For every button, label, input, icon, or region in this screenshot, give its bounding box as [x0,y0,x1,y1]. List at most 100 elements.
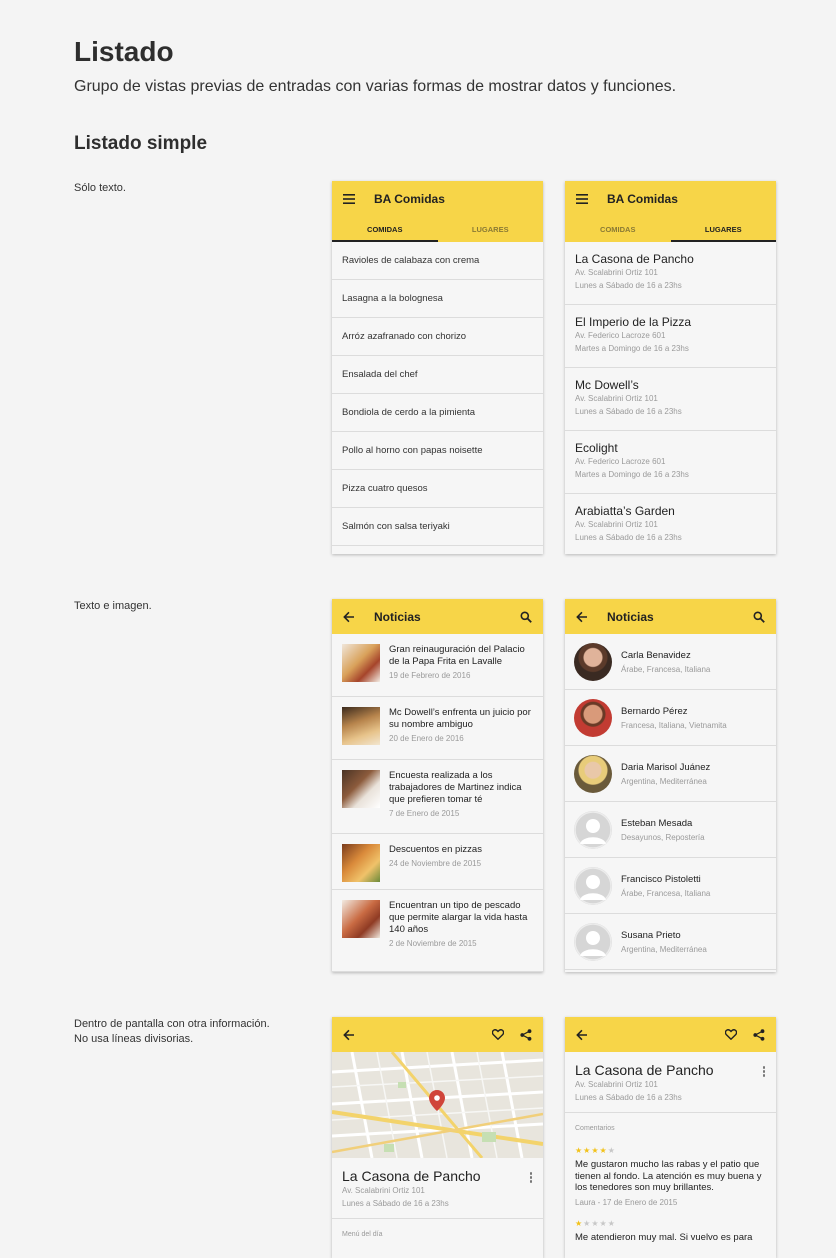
back-arrow-icon[interactable] [342,1028,356,1042]
place-hours: Martes a Domingo de 16 a 23hs [575,470,689,479]
map-view[interactable] [332,1052,543,1158]
more-vert-icon[interactable] [762,1066,766,1078]
person-cuisines: Árabe, Francesa, Italiana [621,888,711,898]
news-list: Gran reinauguración del Palacio de la Pa… [332,634,543,972]
person-name: Daria Marisol Juánez [621,761,711,773]
tab-lugares[interactable]: LUGARES [670,216,777,242]
list-item[interactable]: Salmón con salsa teriyaki [332,508,543,546]
phone-detail-comments: La Casona de Pancho Av. Scalabrini Ortiz… [565,1017,776,1258]
place-address: Av. Scalabrini Ortiz 101 [575,1080,658,1089]
list-item[interactable]: Arróz azafranado con chorizo [332,318,543,356]
tab-bar: COMIDAS LUGARES [332,216,543,242]
place-hours: Lunes a Sábado de 16 a 23hs [342,1199,449,1208]
phone-places-list: BA Comidas COMIDAS LUGARES La Casona de … [565,181,776,554]
avatar [574,754,612,793]
news-date: 20 de Enero de 2016 [389,734,464,743]
news-thumbnail [342,644,380,682]
list-item[interactable]: Bondiola de cerdo a la pimienta [332,394,543,432]
person-content: Bernardo Pérez Francesa, Italiana, Vietna… [621,706,727,730]
list-item[interactable]: Arabiatta’s Garden Av. Scalabrini Ortiz 1… [565,494,776,554]
person-name: Bernardo Pérez [621,705,688,717]
star-icon: ★ [575,1218,584,1228]
list-item[interactable]: Gran reinauguración del Palacio de la Pa… [332,634,543,697]
menu-icon[interactable] [575,192,589,206]
more-vert-icon[interactable] [529,1172,533,1184]
back-arrow-icon[interactable] [575,610,589,624]
back-arrow-icon[interactable] [575,1028,589,1042]
app-title: Noticias [607,609,654,624]
place-hours: Lunes a Sábado de 16 a 23hs [575,1093,682,1102]
place-hours: Lunes a Sábado de 16 a 23hs [575,407,682,416]
news-thumbnail [342,770,380,808]
news-title: Descuentos en pizzas [389,844,482,855]
avatar [574,642,612,681]
news-thumbnail [342,900,380,938]
heart-icon[interactable] [724,1028,738,1042]
share-icon[interactable] [752,1028,766,1042]
search-icon[interactable] [519,610,533,624]
news-title: Mc Dowell’s enfrenta un juicio por su no… [389,707,531,730]
app-bar [565,1017,776,1052]
list-item[interactable]: Ecolight Av. Federico Lacroze 601 Martes a… [565,431,776,494]
phone-people-list: Noticias Carla Benavidez Árabe, Francesa,… [565,599,776,972]
list-item[interactable]: Ravioles de calabaza con crema [332,242,543,280]
place-name: La Casona de Pancho [342,1168,481,1184]
page-title: Listado [74,36,174,67]
tab-comidas[interactable]: COMIDAS [565,216,671,242]
place-name: Ecolight [575,441,618,455]
back-arrow-icon[interactable] [342,610,356,624]
person-cuisines: Argentina, Mediterránea [621,776,707,786]
star-icon: ★ [575,1146,584,1155]
places-list: La Casona de Pancho Av. Scalabrini Ortiz … [565,242,776,554]
place-address: Av. Scalabrini Ortiz 101 [575,394,658,403]
list-item[interactable]: Pizza cuatro quesos [332,470,543,508]
person-content: Carla Benavidez Árabe, Francesa, Italiana [621,650,710,674]
list-item[interactable]: Ensalada del chef [332,356,543,394]
news-date: 24 de Noviembre de 2015 [389,859,482,868]
news-content: Gran reinauguración del Palacio de la Pa… [389,644,533,696]
menu-icon[interactable] [342,192,356,206]
list-item[interactable]: La Casona de Pancho Av. Scalabrini Ortiz … [565,242,776,305]
search-icon[interactable] [752,610,766,624]
tab-comidas[interactable]: COMIDAS [332,216,438,242]
list-item[interactable]: Carla Benavidez Árabe, Francesa, Italiana [565,634,776,690]
avatar [574,698,612,737]
food-list: Ravioles de calabaza con crema Lasagna a … [332,242,543,546]
list-item[interactable]: El Imperio de la Pizza Av. Federico Lacro… [565,305,776,368]
list-item[interactable]: Encuesta realizada a los trabajadores de… [332,760,543,834]
place-header: La Casona de Pancho Av. Scalabrini Ortiz… [332,1158,543,1208]
list-item[interactable]: Pollo al horno con papas noisette [332,432,543,470]
news-date: 19 de Febrero de 2016 [389,671,471,680]
heart-icon[interactable] [491,1028,505,1042]
news-title: Encuesta realizada a los trabajadores de… [389,770,522,805]
menu-label: Menú del día [342,1231,383,1238]
avatar [574,810,612,849]
note-in-screen-line-1: Dentro de pantalla con otra información. [74,1018,270,1030]
person-cuisines: Desayunos, Repostería [621,832,705,842]
star-icon: ★ [591,1218,600,1228]
share-icon[interactable] [519,1028,533,1042]
list-item[interactable]: Lasagna a la bolognesa [332,280,543,318]
avatar [574,922,612,961]
app-title: BA Comidas [374,191,445,206]
person-name: Susana Prieto [621,929,681,941]
comment-text: Me atendieron muy mal. Si vuelvo es para [575,1231,753,1243]
list-item[interactable]: Esteban Mesada Desayunos, Repostería [565,802,776,858]
avatar [574,866,612,905]
list-item[interactable]: Mc Dowell’s enfrenta un juicio por su no… [332,697,543,760]
tab-lugares[interactable]: LUGARES [438,216,544,242]
person-cuisines: Francesa, Italiana, Vietnamita [621,720,727,730]
list-item[interactable]: Descuentos en pizzas 24 de Noviembre de 2… [332,834,543,890]
list-item[interactable]: Encuentran un tipo de pescado que permit… [332,890,543,972]
list-item[interactable]: Mc Dowell’s Av. Scalabrini Ortiz 101 Lunes… [565,368,776,431]
list-item[interactable]: Daria Marisol Juánez Argentina, Mediterrá… [565,746,776,802]
list-item[interactable]: Susana Prieto Argentina, Mediterránea [565,914,776,970]
list-item[interactable]: Bernardo Pérez Francesa, Italiana, Vietna… [565,690,776,746]
app-bar: BA Comidas [565,181,776,216]
rating-stars: ★★★★★ [575,1219,766,1228]
news-content: Descuentos en pizzas 24 de Noviembre de 2… [389,844,533,889]
comment: ★★★★★ Me gustaron mucho las rabas y el pa… [575,1146,766,1207]
news-title: Encuentran un tipo de pescado que permit… [389,900,528,935]
tab-bar: COMIDAS LUGARES [565,216,776,242]
list-item[interactable]: Francisco Pistoletti Árabe, Francesa, Ita… [565,858,776,914]
